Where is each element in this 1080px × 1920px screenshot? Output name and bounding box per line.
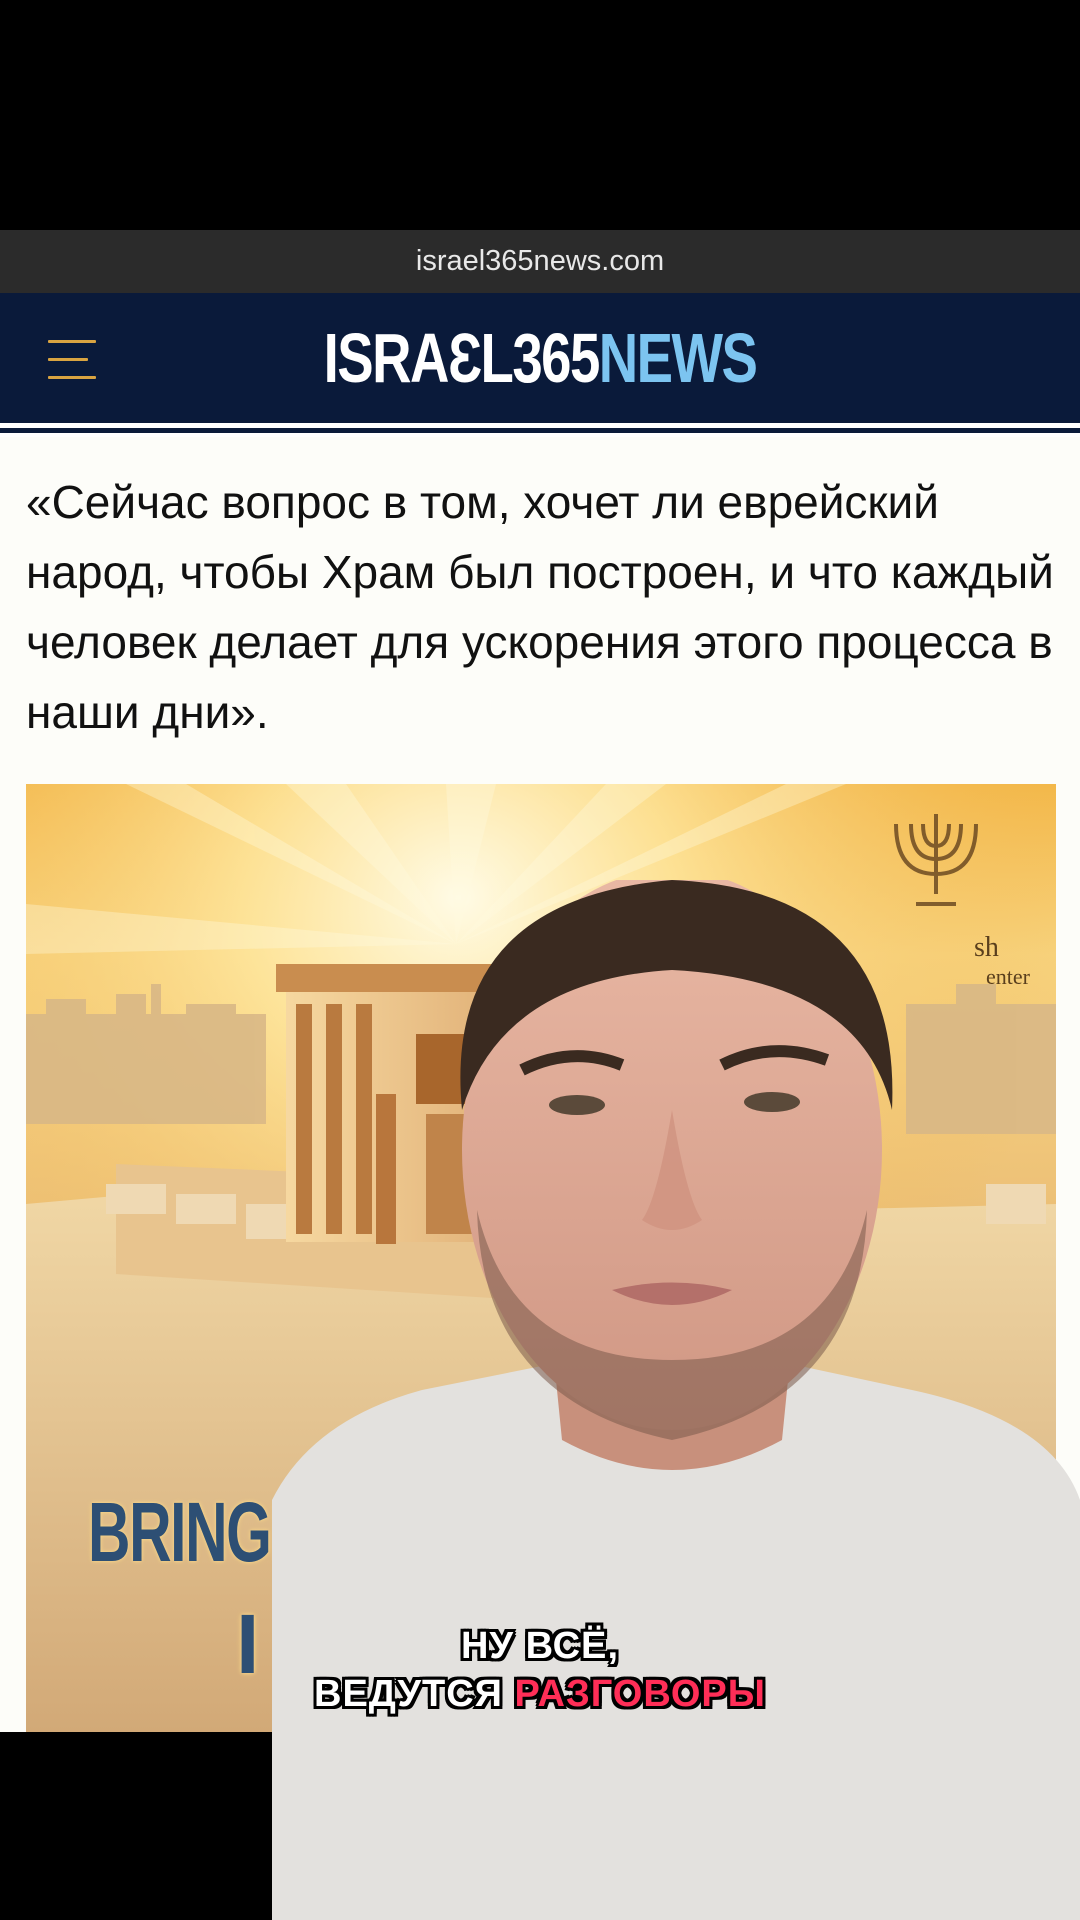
video-caption-line2: ВЕДУТСЯ РАЗГОВОРЫ <box>200 1670 880 1718</box>
video-caption-plain: ВЕДУТСЯ <box>314 1673 515 1715</box>
presenter-video-overlay <box>272 880 1080 1920</box>
browser-url-bar[interactable]: israel365news.com <box>0 230 1080 293</box>
site-logo[interactable]: ISRAƐL365NEWS <box>119 323 961 393</box>
video-caption-highlight: РАЗГОВОРЫ <box>514 1673 766 1715</box>
logo-accent: NEWS <box>598 319 758 397</box>
video-caption-line1: НУ ВСЁ, <box>460 1625 620 1667</box>
hamburger-menu-icon[interactable] <box>48 340 96 380</box>
header-divider <box>0 423 1080 437</box>
logo-primary: ISRAƐL365 <box>323 319 601 397</box>
top-black-area <box>0 0 1080 230</box>
bottom-left-black-area <box>0 1732 272 1920</box>
url-text: israel365news.com <box>415 245 665 277</box>
site-header: ISRAƐL365NEWS <box>0 293 1080 423</box>
article-quote: «Сейчас вопрос в том, хочет ли еврейский… <box>26 476 1054 738</box>
